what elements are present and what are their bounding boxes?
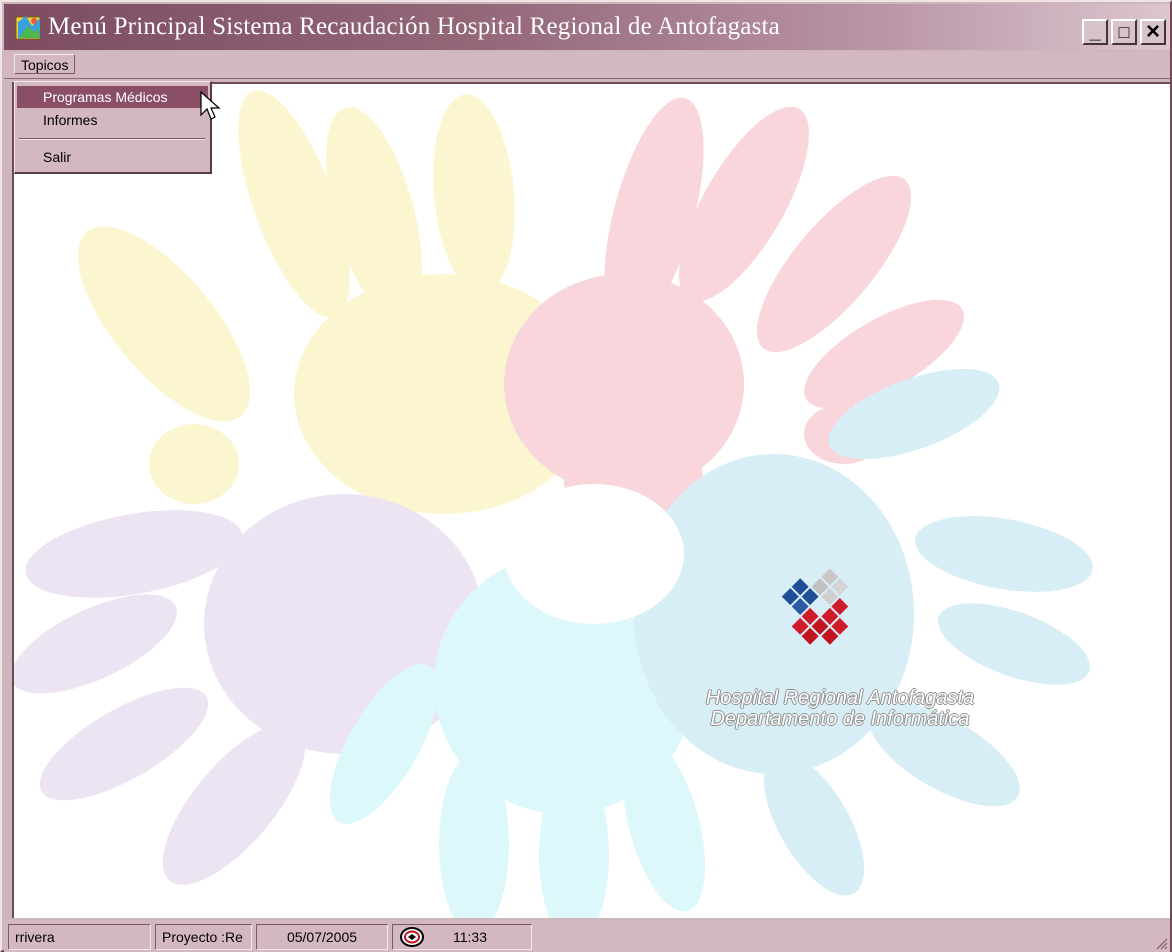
window-title: Menú Principal Sistema Recaudación Hospi…: [48, 13, 780, 40]
maximize-button[interactable]: □: [1111, 19, 1137, 45]
mouse-cursor-icon: [200, 91, 221, 120]
hospital-logo-icon: [781, 568, 849, 645]
resize-grip-icon[interactable]: [1154, 936, 1168, 950]
client-area: Hospital Regional Antofagasta Departamen…: [12, 82, 1170, 918]
status-time: 11:33: [453, 929, 487, 945]
title-bar[interactable]: Menú Principal Sistema Recaudación Hospi…: [4, 4, 1170, 50]
logo-caption: Hospital Regional Antofagasta Departamen…: [660, 688, 1020, 730]
menu-item-programas-medicos[interactable]: Programas Médicos: [17, 86, 208, 108]
menu-topicos[interactable]: Topicos: [14, 54, 76, 74]
handprints-background: [14, 90, 1093, 918]
menu-item-salir[interactable]: Salir: [17, 146, 208, 168]
close-button[interactable]: ×: [1140, 19, 1166, 45]
menu-bar: Topicos: [4, 52, 1170, 79]
app-icon[interactable]: [14, 12, 44, 42]
status-user: rrivera: [8, 924, 151, 950]
main-window: Menú Principal Sistema Recaudación Hospi…: [0, 0, 1172, 952]
status-date: 05/07/2005: [256, 924, 388, 950]
logo-line-1: Hospital Regional Antofagasta: [705, 687, 975, 709]
topicos-dropdown-menu: Programas Médicos Informes Salir: [14, 81, 212, 174]
minimize-button[interactable]: _: [1082, 19, 1108, 45]
status-project: Proyecto :Re: [155, 924, 252, 950]
status-bar: rrivera Proyecto :Re 05/07/2005 11:33: [4, 920, 1170, 952]
menu-item-informes[interactable]: Informes: [17, 109, 208, 131]
clock-icon: [400, 927, 424, 947]
menu-separator: [19, 138, 205, 140]
status-time-panel: 11:33: [392, 924, 532, 950]
logo-line-2: Departamento de Informática: [710, 708, 970, 730]
